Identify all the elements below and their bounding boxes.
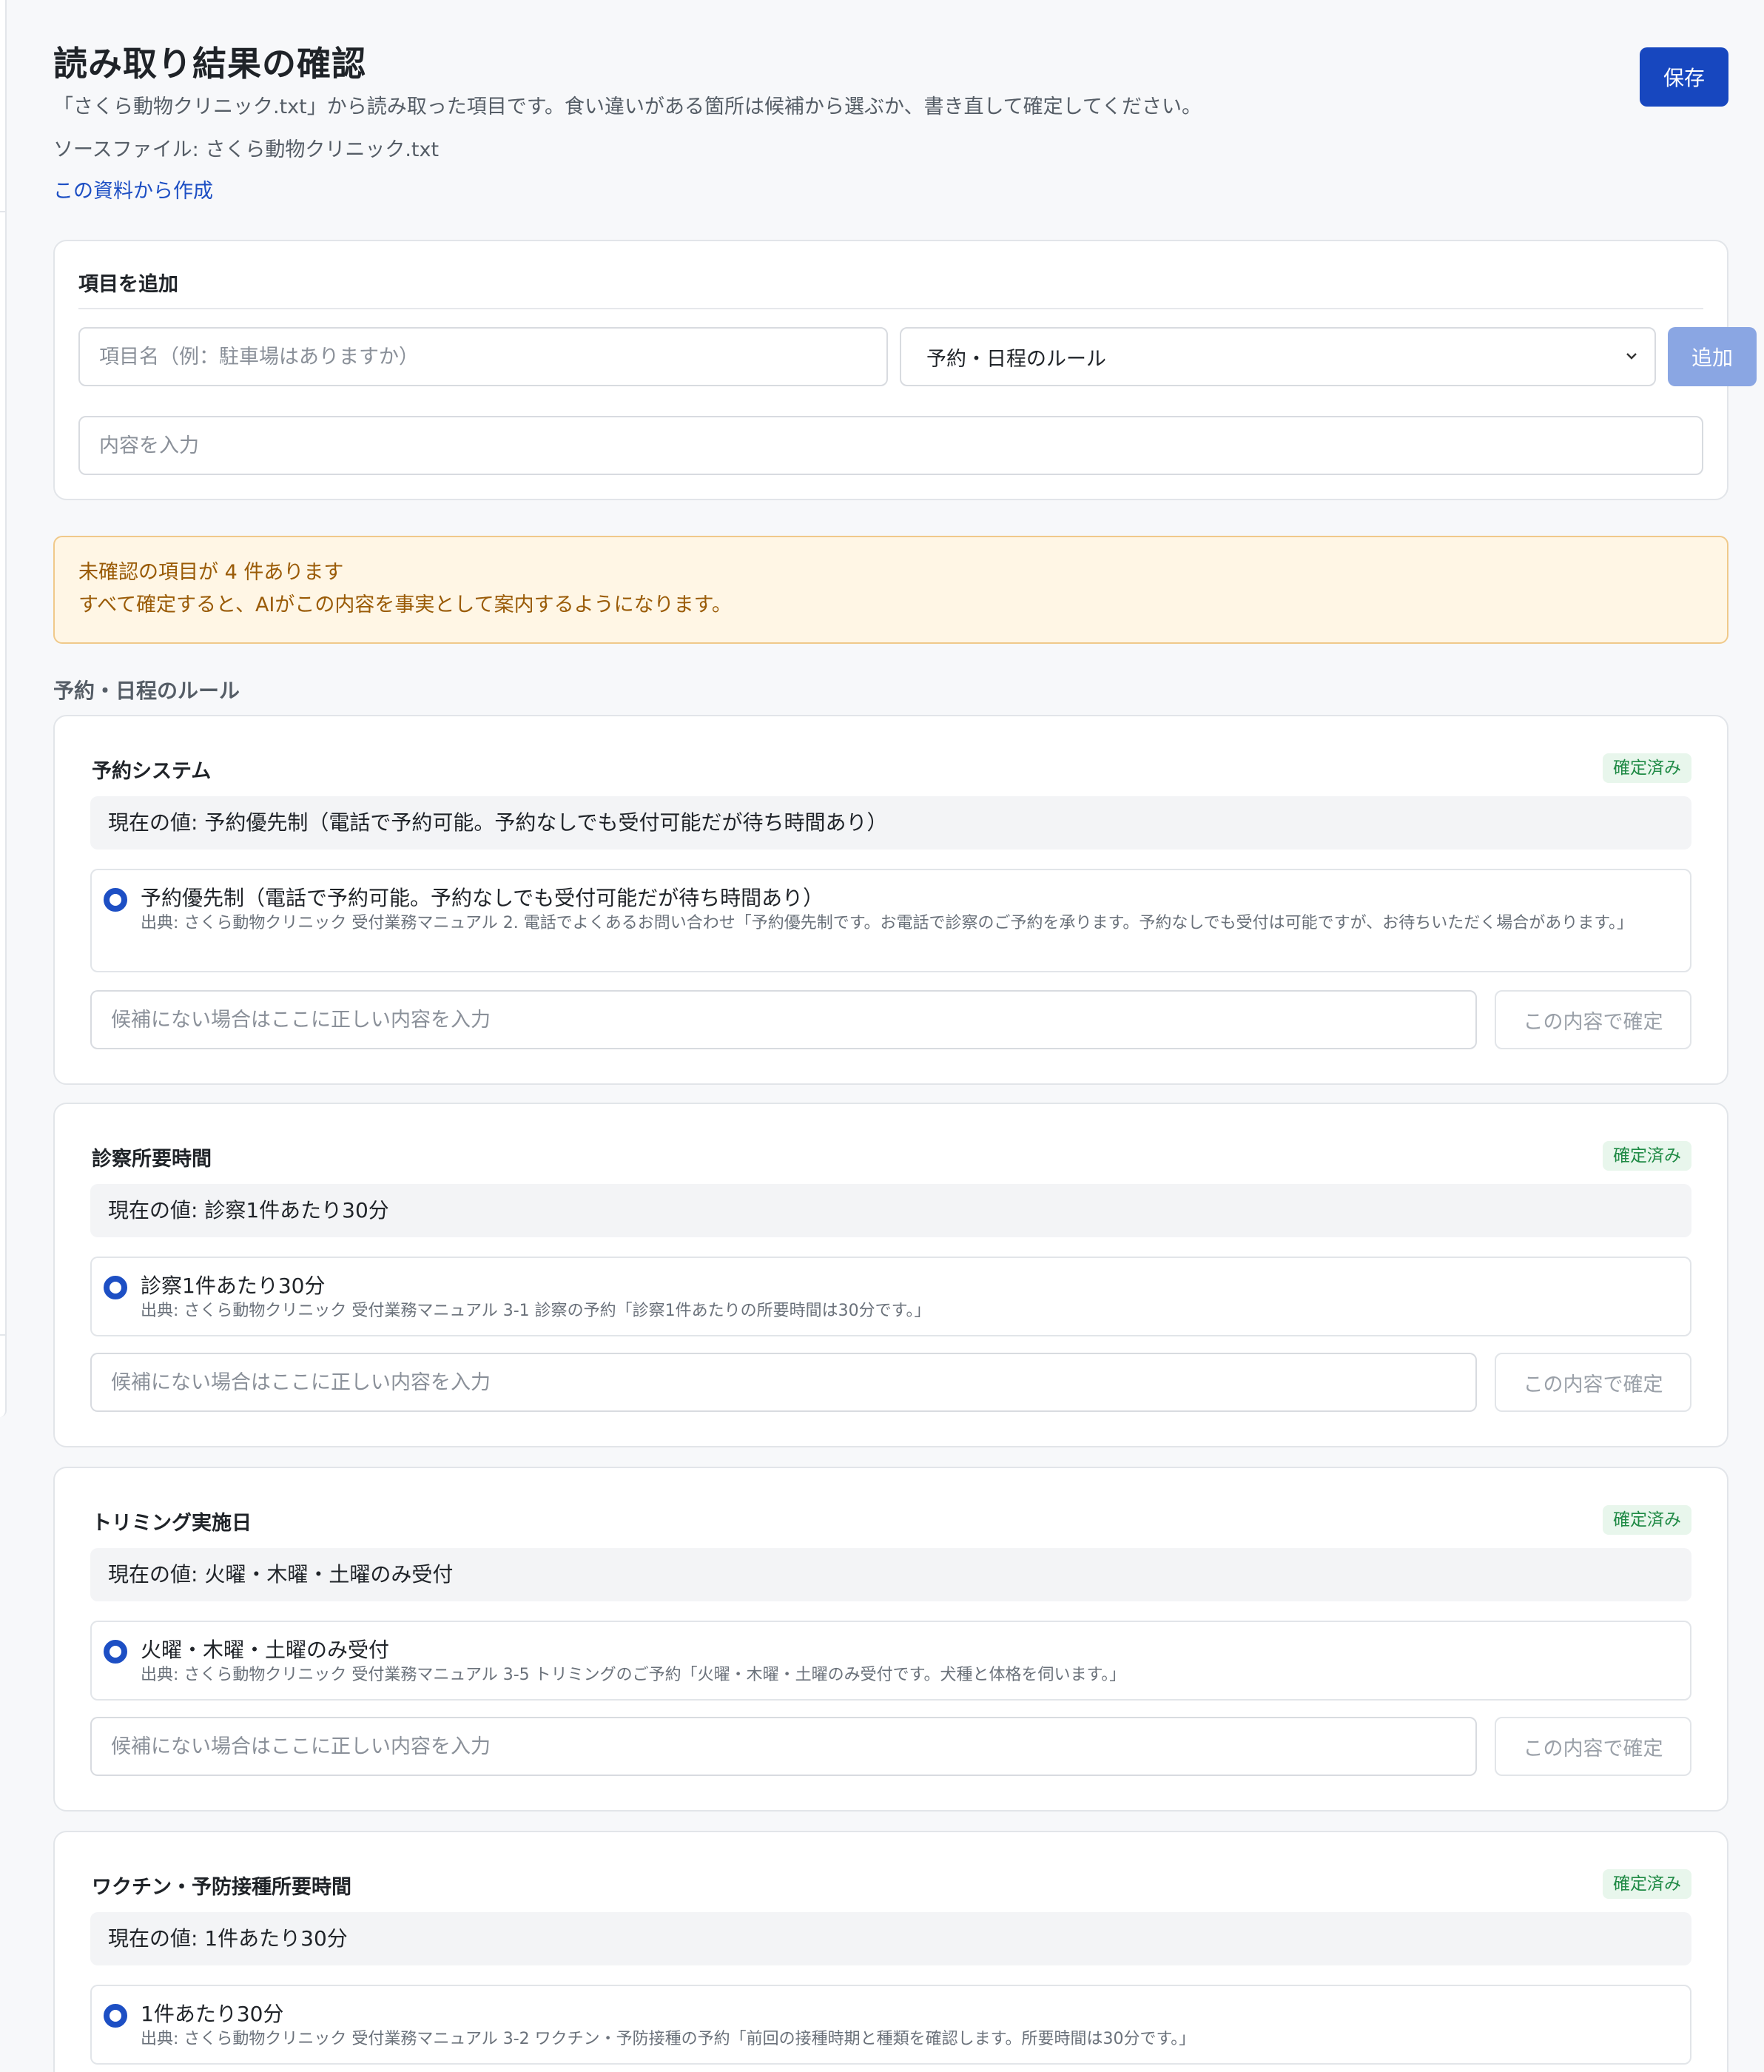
page-header: 読み取り結果の確認 「さくら動物クリニック.txt」から読み取った項目です。食い… — [53, 0, 1728, 222]
candidate-option[interactable]: 1件あたり30分 出典: さくら動物クリニック 受付業務マニュアル 3-2 ワク… — [90, 1985, 1691, 2065]
divider — [78, 308, 1703, 309]
warning-count-text: 未確認の項目が 4 件あります — [78, 561, 344, 584]
status-badge: 確定済み — [1603, 1505, 1691, 1535]
current-value: 現在の値: 1件あたり30分 — [90, 1912, 1691, 1965]
item-title: トリミング実施日 — [92, 1512, 252, 1535]
confirm-button[interactable]: この内容で確定 — [1495, 1353, 1691, 1412]
status-badge: 確定済み — [1603, 1141, 1691, 1171]
confirm-button[interactable]: この内容で確定 — [1495, 1717, 1691, 1776]
chevron-down-icon — [1625, 346, 1638, 367]
add-item-button[interactable]: 追加 — [1668, 327, 1757, 386]
item-name-input[interactable] — [78, 327, 888, 386]
unconfirmed-warning: 未確認の項目が 4 件あります すべて確定すると、AIがこの内容を事実として案内… — [53, 536, 1728, 644]
add-item-card: 項目を追加 予約・日程のルール 追加 — [53, 240, 1757, 500]
candidate-value: 1件あたり30分 — [141, 2002, 284, 2026]
source-file-label: ソースファイル: さくら動物クリニック.txt — [53, 138, 440, 161]
candidate-source: 出典: さくら動物クリニック 受付業務マニュアル 3-5 トリミングのご予約「火… — [141, 1666, 1126, 1684]
manual-value-input[interactable] — [90, 990, 1477, 1049]
current-value: 現在の値: 火曜・木曜・土曜のみ受付 — [90, 1548, 1691, 1601]
confirm-button[interactable]: この内容で確定 — [1495, 990, 1691, 1049]
item-title: 予約システム — [92, 760, 212, 783]
page-title: 読み取り結果の確認 — [53, 44, 366, 84]
candidate-option[interactable]: 火曜・木曜・土曜のみ受付 出典: さくら動物クリニック 受付業務マニュアル 3-… — [90, 1621, 1691, 1701]
candidate-value: 診察1件あたり30分 — [141, 1274, 326, 1298]
item-card-exam-duration: 診察所要時間 確定済み 現在の値: 診察1件あたり30分 診察1件あたり30分 … — [53, 1103, 1728, 1447]
candidate-source: 出典: さくら動物クリニック 受付業務マニュアル 3-2 ワクチン・予防接種の予… — [141, 2030, 1196, 2048]
page-description: 「さくら動物クリニック.txt」から読み取った項目です。食い違いがある箇所は候補… — [53, 95, 1202, 118]
radio-selected-icon[interactable] — [104, 2004, 127, 2028]
current-value: 現在の値: 予約優先制（電話で予約可能。予約なしでも受付可能だが待ち時間あり） — [90, 796, 1691, 850]
candidate-option[interactable]: 診察1件あたり30分 出典: さくら動物クリニック 受付業務マニュアル 3-1 … — [90, 1257, 1691, 1336]
candidate-value: 予約優先制（電話で予約可能。予約なしでも受付可能だが待ち時間あり） — [141, 886, 824, 910]
item-content-input[interactable] — [78, 416, 1703, 475]
radio-selected-icon[interactable] — [104, 888, 127, 912]
section-heading: 予約・日程のルール — [53, 679, 240, 703]
item-title: ワクチン・予防接種所要時間 — [92, 1876, 351, 1899]
candidate-source: 出典: さくら動物クリニック 受付業務マニュアル 3-1 診察の予約「診察1件あ… — [141, 1302, 931, 1320]
manual-value-input[interactable] — [90, 1717, 1477, 1776]
save-button[interactable]: 保存 — [1640, 47, 1728, 107]
item-title: 診察所要時間 — [92, 1148, 212, 1171]
candidate-source: 出典: さくら動物クリニック 受付業務マニュアル 2. 電話でよくあるお問い合わ… — [141, 914, 1634, 932]
create-from-source-link[interactable]: この資料から作成 — [53, 175, 213, 204]
item-card-vaccine-duration: ワクチン・予防接種所要時間 確定済み 現在の値: 1件あたり30分 1件あたり3… — [53, 1831, 1728, 2072]
category-select[interactable]: 予約・日程のルール — [900, 327, 1656, 386]
status-badge: 確定済み — [1603, 753, 1691, 783]
candidate-value: 火曜・木曜・土曜のみ受付 — [141, 1638, 390, 1662]
manual-value-input[interactable] — [90, 1353, 1477, 1412]
main-content: 読み取り結果の確認 「さくら動物クリニック.txt」から読み取った項目です。食い… — [53, 0, 1757, 2072]
category-select-value: 予約・日程のルール — [926, 347, 1106, 371]
item-card-reservation-system: 予約システム 確定済み 現在の値: 予約優先制（電話で予約可能。予約なしでも受付… — [53, 715, 1728, 1085]
radio-selected-icon[interactable] — [104, 1276, 127, 1299]
candidate-option[interactable]: 予約優先制（電話で予約可能。予約なしでも受付可能だが待ち時間あり） 出典: さく… — [90, 869, 1691, 972]
status-badge: 確定済み — [1603, 1869, 1691, 1899]
warning-detail-text: すべて確定すると、AIがこの内容を事実として案内するようになります。 — [78, 593, 732, 616]
radio-selected-icon[interactable] — [104, 1640, 127, 1664]
add-item-title: 項目を追加 — [78, 273, 178, 296]
sidebar-edge — [0, 0, 7, 1417]
current-value: 現在の値: 診察1件あたり30分 — [90, 1184, 1691, 1237]
item-card-trimming-days: トリミング実施日 確定済み 現在の値: 火曜・木曜・土曜のみ受付 火曜・木曜・土… — [53, 1467, 1728, 1812]
